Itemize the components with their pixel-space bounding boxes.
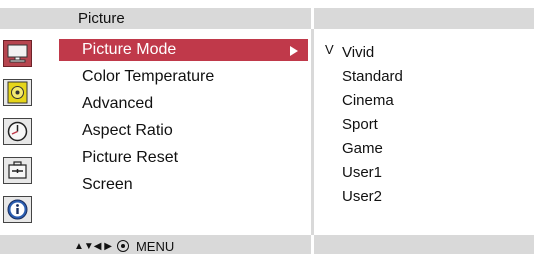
option-toolbox-icon[interactable] xyxy=(3,157,32,184)
footer-divider xyxy=(311,235,314,254)
menu-item-advanced[interactable]: Advanced xyxy=(59,93,308,115)
option-sport[interactable]: Sport xyxy=(342,115,378,135)
menu-item-label: Aspect Ratio xyxy=(82,122,173,139)
time-clock-icon[interactable] xyxy=(3,118,32,145)
panel-divider xyxy=(311,29,314,235)
menu-hint-label: MENU xyxy=(135,238,175,254)
option-vivid[interactable]: Vivid xyxy=(342,43,374,63)
navigation-arrows-icon: ▲▼◀ ▶ xyxy=(74,240,112,252)
audio-speaker-icon[interactable] xyxy=(3,79,32,106)
osd-menu: Picture Picture Mode Color Temperature A… xyxy=(0,0,534,254)
menu-item-label: Picture Reset xyxy=(82,149,179,166)
submenu-arrow-icon xyxy=(290,46,298,56)
header-divider xyxy=(311,8,314,29)
option-cinema[interactable]: Cinema xyxy=(342,91,394,111)
picture-monitor-icon[interactable] xyxy=(3,40,32,67)
menu-item-color-temperature[interactable]: Color Temperature xyxy=(59,66,308,88)
enter-circle-icon xyxy=(116,240,129,252)
option-game[interactable]: Game xyxy=(342,139,383,159)
category-sidebar xyxy=(0,29,36,235)
information-icon[interactable] xyxy=(3,196,32,223)
menu-item-label: Picture Mode xyxy=(82,41,177,58)
menu-item-picture-reset[interactable]: Picture Reset xyxy=(59,147,308,169)
page-title: Picture xyxy=(78,10,125,27)
navigation-hint: ▲▼◀ ▶ MENU xyxy=(74,238,174,254)
menu-item-label: Screen xyxy=(82,176,133,193)
header-bar: Picture xyxy=(0,8,534,29)
option-user1[interactable]: User1 xyxy=(342,163,382,183)
selected-check-mark: V xyxy=(325,42,334,57)
footer-bar: ▲▼◀ ▶ MENU xyxy=(0,235,534,254)
menu-item-label: Advanced xyxy=(82,95,154,112)
menu-item-aspect-ratio[interactable]: Aspect Ratio xyxy=(59,120,308,142)
option-standard[interactable]: Standard xyxy=(342,67,403,87)
option-user2[interactable]: User2 xyxy=(342,187,382,207)
menu-item-picture-mode[interactable]: Picture Mode xyxy=(59,39,308,61)
menu-item-label: Color Temperature xyxy=(82,68,215,85)
menu-item-screen[interactable]: Screen xyxy=(59,174,308,196)
